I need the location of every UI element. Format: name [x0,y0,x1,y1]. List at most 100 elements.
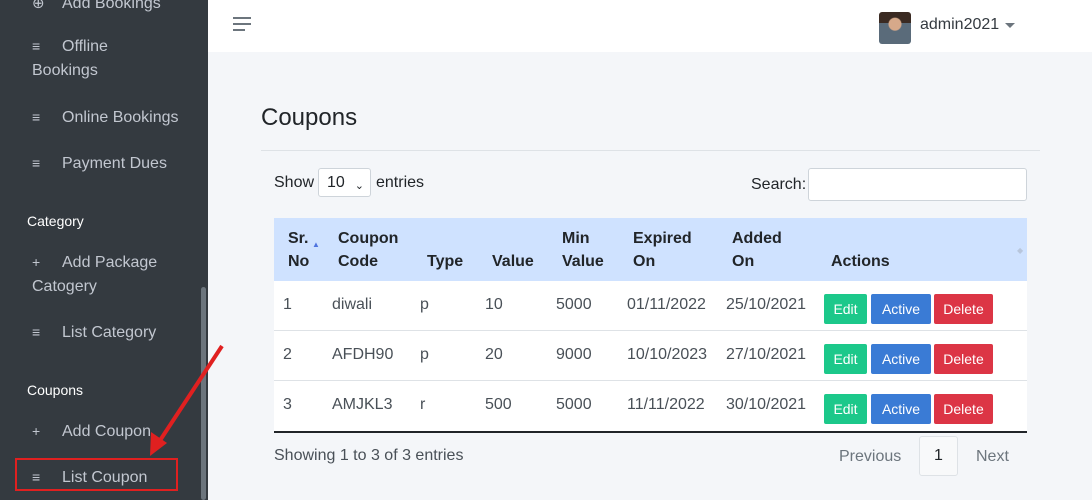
search-input[interactable] [808,168,1027,201]
avatar[interactable] [879,12,911,44]
active-button[interactable]: Active [871,344,931,374]
divider [261,150,1040,151]
chevron-down-icon: ⌄ [354,180,364,192]
sidebar-scrollbar[interactable] [201,287,206,500]
pagination-page-1[interactable]: 1 [919,436,958,476]
page-title: Coupons [261,104,358,131]
edit-button[interactable]: Edit [824,394,867,424]
table-row: 2 AFDH90 p 20 9000 10/10/2023 27/10/2021… [274,331,1027,381]
th-min-value[interactable]: Min Value [562,227,604,273]
th-label: Expired [633,230,692,247]
th-coupon-code[interactable]: Coupon Code [338,227,398,273]
th-label: Code [338,253,378,270]
edit-button[interactable]: Edit [824,344,867,374]
sidebar-header-category: Category [27,213,84,229]
sidebar-item-label: Add Package [62,254,158,271]
cell-sr: 1 [283,296,292,313]
cell-expired-on: 11/11/2022 [627,396,705,413]
plus-icon: + [32,423,41,439]
cell-code: AFDH90 [332,346,394,363]
cell-min-value: 9000 [556,346,592,363]
sidebar-item-label: Bookings [32,62,98,79]
list-icon: ≡ [32,324,41,340]
list-icon: ≡ [32,109,41,125]
sidebar-item-label: Add Bookings [62,0,161,12]
sidebar-item-label: Catogery [32,278,97,295]
show-label: Show [274,174,315,191]
th-type[interactable]: Type [427,250,463,273]
cell-code: diwali [332,296,373,313]
table-row: 1 diwali p 10 5000 01/11/2022 25/10/2021… [274,281,1027,331]
sidebar-item-label: List Category [62,324,157,341]
delete-button[interactable]: Delete [934,394,993,424]
table-row: 3 AMJKL3 r 500 5000 11/11/2022 30/10/202… [274,381,1027,431]
th-label: Coupon [338,230,399,247]
th-label: No [288,253,310,270]
sidebar-item-label: Offline [62,38,108,55]
th-value[interactable]: Value [492,250,534,273]
cell-added-on: 25/10/2021 [726,296,807,313]
entries-select[interactable]: 10 ⌄ [318,168,371,197]
delete-button[interactable]: Delete [934,294,993,324]
th-label: Min [562,230,590,247]
sidebar-item-payment-dues[interactable]: ≡ Payment Dues [32,151,197,176]
list-icon: ≡ [32,155,41,171]
sidebar: ⊕ Add Bookings ≡ Offline Bookings ≡ Online … [0,0,208,500]
th-sr-no[interactable]: Sr. No [288,227,309,273]
table-bottom-border [274,431,1027,433]
sidebar-item-label: Payment Dues [62,155,167,172]
list-icon: ≡ [32,38,41,54]
user-menu-name[interactable]: admin2021 [920,16,999,34]
cell-type: p [420,346,429,363]
plus-icon: + [32,254,41,270]
active-button[interactable]: Active [871,394,931,424]
th-label: Value [562,253,604,270]
sidebar-item-label: Online Bookings [62,109,179,126]
hamburger-menu-icon[interactable] [233,17,251,31]
cell-value: 10 [485,296,503,313]
sidebar-item-offline-bookings[interactable]: ≡ Offline Bookings [32,34,197,83]
cell-value: 20 [485,346,503,363]
sidebar-header-coupons: Coupons [27,382,84,398]
th-actions[interactable]: Actions [831,250,890,273]
sidebar-item-online-bookings[interactable]: ≡ Online Bookings [32,105,197,130]
th-label: Sr. [288,230,309,247]
cell-min-value: 5000 [556,296,592,313]
sidebar-item-label: Add Coupon [62,423,151,440]
search-label: Search: [751,176,807,193]
cell-value: 500 [485,396,512,413]
cell-type: p [420,296,429,313]
sidebar-item-list-category[interactable]: ≡ List Category [32,320,197,345]
caret-down-icon[interactable] [1005,23,1015,28]
cell-expired-on: 01/11/2022 [627,296,706,313]
sidebar-item-add-package-category[interactable]: + Add Package Catogery [32,250,197,299]
annotation-highlight-box [15,458,178,491]
pagination-next[interactable]: Next [976,448,1009,466]
table-info: Showing 1 to 3 of 3 entries [274,447,464,464]
entries-label: entries [376,174,425,191]
plus-circle-icon: ⊕ [32,0,45,12]
active-button[interactable]: Active [871,294,931,324]
cell-code: AMJKL3 [332,396,393,413]
delete-button[interactable]: Delete [934,344,993,374]
top-navbar: admin2021 [208,0,1092,52]
th-label: On [633,253,656,270]
sort-asc-icon: ▲ [312,240,320,249]
cell-type: r [420,396,426,413]
cell-sr: 2 [283,346,292,363]
cell-sr: 3 [283,396,292,413]
sidebar-item-add-coupon[interactable]: + Add Coupon [32,419,197,444]
th-added-on[interactable]: Added On [732,227,782,273]
sidebar-item-add-bookings[interactable]: ⊕ Add Bookings [32,0,197,16]
th-expired-on[interactable]: Expired On [633,227,692,273]
entries-select-value: 10 [327,174,345,191]
cell-added-on: 30/10/2021 [726,396,807,413]
pagination-previous[interactable]: Previous [839,448,901,466]
cell-added-on: 27/10/2021 [726,346,807,363]
edit-button[interactable]: Edit [824,294,867,324]
cell-expired-on: 10/10/2023 [627,346,708,363]
th-label: Added [732,230,782,247]
th-label: On [732,253,755,270]
sort-icon: ◆ [1017,246,1024,255]
cell-min-value: 5000 [556,396,592,413]
